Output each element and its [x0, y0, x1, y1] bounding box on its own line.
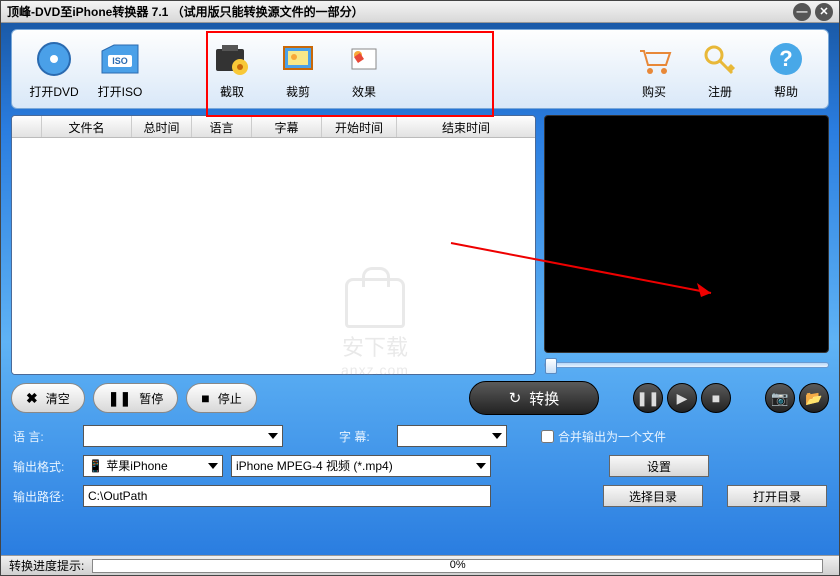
- col-filename[interactable]: 文件名: [42, 116, 132, 137]
- open-iso-button[interactable]: ISO 打开ISO: [90, 39, 150, 100]
- play-button[interactable]: ▶: [667, 383, 697, 413]
- subtitle-select[interactable]: [397, 425, 507, 447]
- titlebar: 顶峰-DVD至iPhone转换器 7.1 （试用版只能转换源文件的一部分） — …: [1, 1, 839, 23]
- open-dvd-button[interactable]: 打开DVD: [24, 39, 84, 100]
- clear-button[interactable]: ✖ 清空: [11, 383, 85, 413]
- dvd-icon: [32, 39, 76, 79]
- playback-controls: ❚❚ ▶ ■: [633, 383, 731, 413]
- open-folder-button[interactable]: 📂: [799, 383, 829, 413]
- convert-button[interactable]: ↻ 转换: [469, 381, 599, 415]
- svg-text:ISO: ISO: [112, 56, 128, 66]
- x-icon: ✖: [26, 390, 38, 407]
- app-window: 顶峰-DVD至iPhone转换器 7.1 （试用版只能转换源文件的一部分） — …: [0, 0, 840, 576]
- choose-dir-button[interactable]: 选择目录: [603, 485, 703, 507]
- svg-text:?: ?: [779, 46, 792, 71]
- output-format-label: 输出格式:: [13, 458, 75, 475]
- stop-button[interactable]: ■ 停止: [186, 383, 256, 413]
- merge-checkbox-label[interactable]: 合并输出为一个文件: [541, 428, 666, 445]
- stop-icon: ■: [201, 390, 209, 406]
- col-language[interactable]: 语言: [192, 116, 252, 137]
- settings-button[interactable]: 设置: [609, 455, 709, 477]
- col-end[interactable]: 结束时间: [397, 116, 535, 137]
- register-button[interactable]: 注册: [690, 39, 750, 100]
- file-list-panel: 文件名 总时间 语言 字幕 开始时间 结束时间: [11, 115, 536, 375]
- iso-icon: ISO: [98, 39, 142, 79]
- seek-row: [544, 355, 829, 375]
- seek-thumb[interactable]: [545, 358, 557, 374]
- language-select[interactable]: [83, 425, 283, 447]
- middle-row: 文件名 总时间 语言 字幕 开始时间 结束时间: [11, 115, 829, 375]
- progress-label: 转换进度提示:: [9, 557, 84, 574]
- refresh-icon: ↻: [509, 389, 522, 407]
- effect-button[interactable]: 效果: [334, 39, 394, 100]
- key-icon: [698, 39, 742, 79]
- col-start[interactable]: 开始时间: [322, 116, 397, 137]
- open-dir-button[interactable]: 打开目录: [727, 485, 827, 507]
- snapshot-button[interactable]: 📷: [765, 383, 795, 413]
- language-label: 语 言:: [13, 428, 75, 445]
- subtitle-label: 字 幕:: [339, 428, 389, 445]
- merge-checkbox[interactable]: [541, 430, 554, 443]
- col-subtitle[interactable]: 字幕: [252, 116, 322, 137]
- device-select[interactable]: 📱 苹果iPhone: [83, 455, 223, 477]
- output-path-input[interactable]: [83, 485, 491, 507]
- pause-button[interactable]: ❚❚ 暂停: [93, 383, 178, 413]
- pause-icon: ❚❚: [108, 390, 131, 407]
- effect-icon: [342, 39, 386, 79]
- snapshot-controls: 📷 📂: [765, 383, 829, 413]
- col-duration[interactable]: 总时间: [132, 116, 192, 137]
- help-icon: ?: [764, 39, 808, 79]
- output-path-label: 输出路径:: [13, 488, 75, 505]
- progress-bar: 0%: [92, 559, 823, 573]
- close-button[interactable]: ✕: [815, 3, 833, 21]
- list-header: 文件名 总时间 语言 字幕 开始时间 结束时间: [12, 116, 535, 138]
- buy-button[interactable]: 购买: [624, 39, 684, 100]
- play-pause-button[interactable]: ❚❚: [633, 383, 663, 413]
- crop-button[interactable]: 裁剪: [268, 39, 328, 100]
- options-area: 语 言: 字 幕: 合并输出为一个文件 输出格式: 📱 苹果iPhone iPh…: [11, 421, 829, 511]
- cart-icon: [632, 39, 676, 79]
- progress-value: 0%: [93, 559, 822, 571]
- control-row: ✖ 清空 ❚❚ 暂停 ■ 停止 ↻ 转换 ❚❚ ▶ ■: [11, 381, 829, 415]
- capture-button[interactable]: 截取: [202, 39, 262, 100]
- minimize-button[interactable]: —: [793, 3, 811, 21]
- format-select[interactable]: iPhone MPEG-4 视频 (*.mp4): [231, 455, 491, 477]
- statusbar: 转换进度提示: 0%: [1, 555, 839, 575]
- preview-screen: [544, 115, 829, 353]
- crop-icon: [276, 39, 320, 79]
- list-body[interactable]: [12, 138, 535, 374]
- seek-slider[interactable]: [544, 362, 829, 368]
- toolbar: 打开DVD ISO 打开ISO 截取 裁剪: [11, 29, 829, 109]
- capture-icon: [210, 39, 254, 79]
- playback-stop-button[interactable]: ■: [701, 383, 731, 413]
- body-area: 安下载 anxz.com 打开DVD ISO 打开ISO: [1, 23, 839, 555]
- help-button[interactable]: ? 帮助: [756, 39, 816, 100]
- window-title: 顶峰-DVD至iPhone转换器 7.1 （试用版只能转换源文件的一部分）: [7, 3, 789, 20]
- preview-panel: [544, 115, 829, 375]
